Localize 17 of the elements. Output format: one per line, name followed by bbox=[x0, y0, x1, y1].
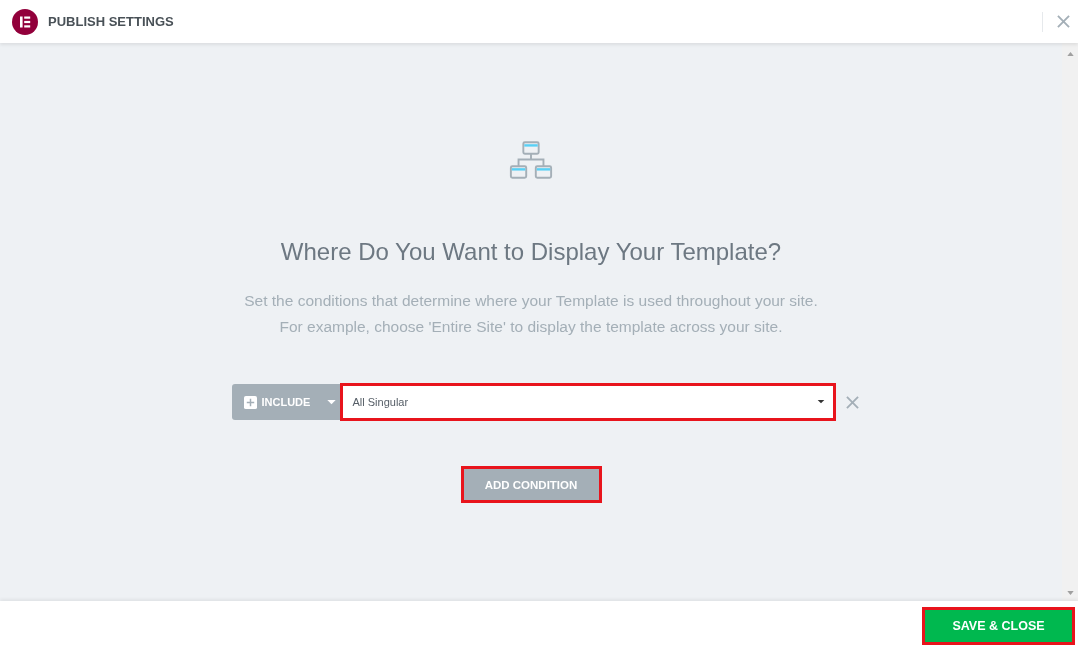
save-and-close-button[interactable]: SAVE & CLOSE bbox=[925, 610, 1072, 642]
caret-icon bbox=[327, 399, 337, 405]
close-icon[interactable] bbox=[1057, 15, 1070, 28]
scroll-up-icon[interactable] bbox=[1066, 52, 1074, 56]
caret-icon bbox=[816, 400, 825, 404]
logo-icon bbox=[12, 8, 38, 35]
condition-type-dropdown[interactable]: INCLUDE bbox=[231, 384, 340, 420]
description-text: Set the conditions that determine where your Template is used throughout your site. bbox=[244, 291, 818, 311]
heading: Where Do You Want to Display Your Template? bbox=[280, 238, 782, 266]
add-condition-button[interactable]: ADD CONDITION bbox=[463, 469, 599, 500]
description-text: For example, choose 'Entire Site' to display the template across your site. bbox=[278, 317, 784, 337]
dialog-title: PUBLISH SETTINGS bbox=[48, 14, 174, 29]
condition-select[interactable]: All Singular bbox=[342, 386, 833, 418]
remove-icon[interactable] bbox=[845, 395, 859, 409]
scroll-down-icon[interactable] bbox=[1066, 591, 1074, 595]
plus-icon bbox=[243, 395, 257, 409]
sitemap-icon bbox=[508, 140, 554, 181]
